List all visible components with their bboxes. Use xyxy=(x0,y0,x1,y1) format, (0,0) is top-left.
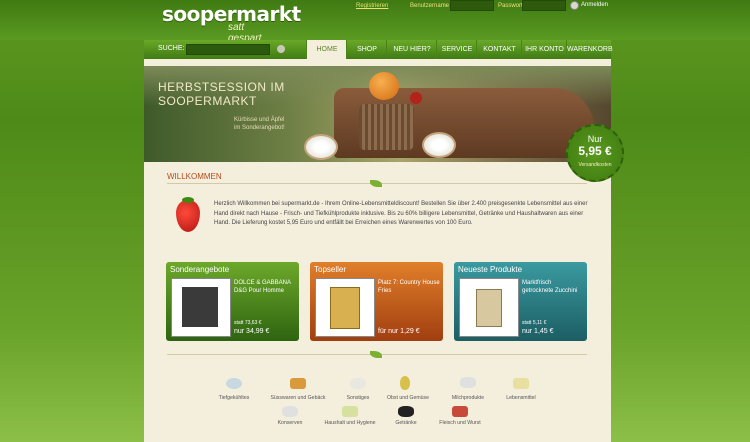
category-tiefgekuehltes[interactable]: Tiefgekühltes xyxy=(204,395,264,401)
search-label: SUCHE: xyxy=(158,45,185,52)
username-label: Benutzername xyxy=(410,3,450,9)
banner-title-1: HERBSTSESSION IM xyxy=(158,80,285,94)
main-nav: SUCHE: HOME SHOP NEU HIER? SERVICE KONTA… xyxy=(144,40,613,59)
sponge-icon[interactable] xyxy=(342,406,358,417)
product-image[interactable] xyxy=(315,278,375,337)
box-head: Topseller xyxy=(314,265,347,274)
welcome-title: WILLKOMMEN xyxy=(167,172,222,181)
new-price: nur 34,99 € xyxy=(234,328,270,335)
welcome-text: Herzlich Willkommen bei supermarkt.de - … xyxy=(214,201,588,226)
nav-ihr-konto[interactable]: IHR KONTO xyxy=(521,40,567,59)
new-price: nur 1,45 € xyxy=(522,328,554,335)
old-price: statt 73,63 € xyxy=(234,320,262,326)
nav-shop[interactable]: SHOP xyxy=(346,40,387,59)
box-sonderangebote[interactable]: Sonderangebote DOLCE & GABBANA D&G Pour … xyxy=(166,262,299,341)
jar-icon[interactable] xyxy=(350,378,366,389)
product-image[interactable] xyxy=(171,278,231,337)
banner-title-2: SOOPERMARKT xyxy=(158,94,257,108)
username-input[interactable] xyxy=(450,0,494,11)
category-obst-gemuese[interactable]: Obst und Gemüse xyxy=(378,395,438,401)
banner-sub-1: Kürbisse und Äpfel xyxy=(234,117,285,123)
category-fleisch-wurst[interactable]: Fleisch und Wurst xyxy=(430,420,490,426)
box-neueste-produkte[interactable]: Neueste Produkte Marktfrisch getrocknete… xyxy=(454,262,587,341)
product-image[interactable] xyxy=(459,278,519,337)
search-input[interactable] xyxy=(186,44,270,55)
nav-neu-hier[interactable]: NEU HIER? xyxy=(386,40,437,59)
nav-home[interactable]: HOME xyxy=(306,40,347,59)
pumpkin-image xyxy=(369,72,399,100)
badge-label: Versandkosten xyxy=(578,162,612,168)
box-topseller[interactable]: Topseller Platz 7: Country House Fries f… xyxy=(310,262,443,341)
register-link[interactable]: Registrieren xyxy=(356,3,388,9)
badge-price: 5,95 € xyxy=(578,144,612,158)
box-head: Sonderangebote xyxy=(170,265,230,274)
category-haushalt[interactable]: Haushalt und Hygiene xyxy=(320,420,380,426)
meat-icon[interactable] xyxy=(452,406,468,417)
product-name[interactable]: DOLCE & GABBANA D&G Pour Homme xyxy=(234,280,296,295)
category-lebensmittel[interactable]: Lebensmittel xyxy=(491,395,551,401)
category-milchprodukte[interactable]: Milchprodukte xyxy=(438,395,498,401)
category-getraenke[interactable]: Getränke xyxy=(376,420,436,426)
category-suesswaren[interactable]: Süsswaren und Gebäck xyxy=(268,395,328,401)
badge-nur: Nur xyxy=(587,134,603,144)
nav-warenkorb[interactable]: WARENKORB xyxy=(566,40,613,59)
nav-service[interactable]: SERVICE xyxy=(436,40,477,59)
product-name[interactable]: Marktfrisch getrocknete Zucchini xyxy=(522,280,584,295)
shipping-badge: Nur 5,95 € Versandkosten xyxy=(566,124,624,182)
password-label: Passwort xyxy=(498,3,523,9)
search-go-icon[interactable] xyxy=(277,45,285,53)
pastry-icon[interactable] xyxy=(290,378,306,389)
can-icon[interactable] xyxy=(282,406,298,417)
pear-icon[interactable] xyxy=(400,376,410,390)
logo[interactable]: soopermarkt satt gespart xyxy=(156,2,301,44)
nav-kontakt[interactable]: KONTAKT xyxy=(476,40,522,59)
login-button[interactable]: Anmelden xyxy=(581,2,608,8)
milk-cup-icon[interactable] xyxy=(460,377,476,388)
banner-sub-2: im Sonderangebot! xyxy=(234,125,285,131)
new-price: für nur 1,29 € xyxy=(378,328,420,335)
coffee-cup-icon[interactable] xyxy=(398,406,414,417)
apple-image xyxy=(410,92,422,104)
cheese-icon[interactable] xyxy=(513,378,529,389)
product-name[interactable]: Platz 7: Country House Fries xyxy=(378,280,440,295)
frozen-food-icon[interactable] xyxy=(226,378,242,389)
old-price: statt 5,11 € xyxy=(522,320,547,326)
category-konserven[interactable]: Konserven xyxy=(260,420,320,426)
login-go-icon[interactable] xyxy=(570,1,579,10)
password-input[interactable] xyxy=(522,0,566,11)
promo-banner[interactable]: HERBSTSESSION IM SOOPERMARKT Kürbisse un… xyxy=(144,66,611,162)
box-head: Neueste Produkte xyxy=(458,265,523,274)
